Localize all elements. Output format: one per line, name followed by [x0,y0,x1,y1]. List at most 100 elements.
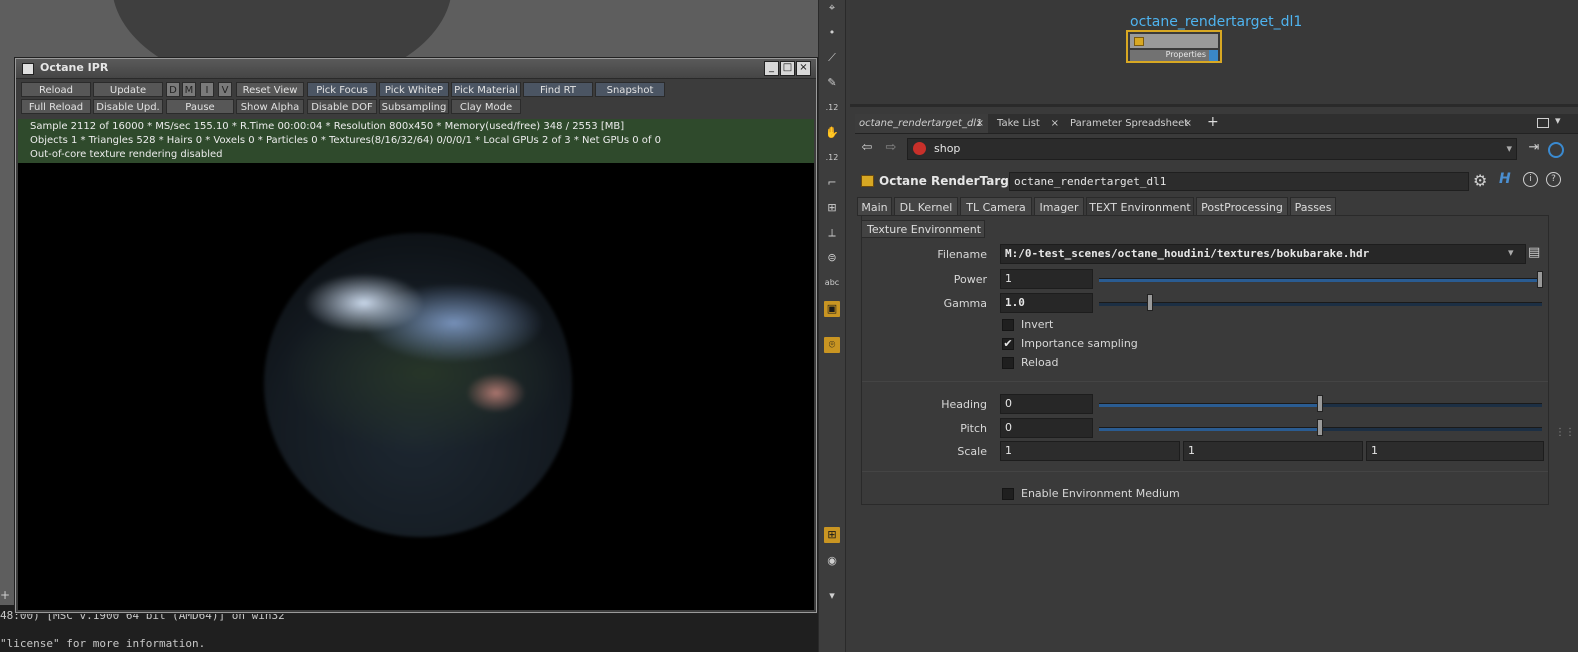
pane-tab-bar: octane_rendertarget_dl1 × Take List × Pa… [855,114,1578,134]
close-icon[interactable]: × [1051,114,1059,133]
grid-tool-icon[interactable]: ⊞ [824,527,840,543]
m-button[interactable]: M [182,82,196,97]
i-button[interactable]: I [200,82,214,97]
measure2-tool-icon[interactable]: .12 [824,150,840,166]
v-button[interactable]: V [218,82,232,97]
reload-button[interactable]: Reload [21,82,91,97]
forward-arrow-icon[interactable]: ⇨ [881,140,901,155]
tab-texture-environment[interactable]: Texture Environment [861,220,985,238]
plus-icon[interactable]: + [0,588,10,604]
ipr-titlebar[interactable]: Octane IPR _ □ × [16,59,816,79]
scale-y-field[interactable]: 1 [1183,441,1363,461]
tab-parameters[interactable]: octane_rendertarget_dl1 × [855,114,988,133]
importance-sampling-checkbox[interactable]: ✔ [1002,338,1014,350]
maximize-button[interactable]: □ [780,61,795,76]
find-rt-button[interactable]: Find RT [523,82,593,97]
tab-text-environment[interactable]: TEXT Environment [1086,197,1194,216]
gamma-slider-handle[interactable] [1147,294,1153,311]
chevron-down-icon[interactable]: ▾ [1506,139,1512,159]
pin-tool-icon[interactable]: ⌾ [824,337,840,353]
render-view[interactable] [18,163,814,610]
node-name-field[interactable]: octane_rendertarget_dl1 [1009,172,1469,191]
close-button[interactable]: × [796,61,811,76]
pitch-field[interactable]: 0 [1000,418,1093,438]
houdini-help-icon[interactable]: H [1499,171,1511,187]
chevron-down-icon[interactable]: ▾ [1508,246,1514,259]
heading-slider-handle[interactable] [1317,395,1323,412]
scale-z-field[interactable]: 1 [1366,441,1544,461]
tab-passes[interactable]: Passes [1290,197,1336,216]
power-slider-handle[interactable] [1537,271,1543,288]
gear-icon[interactable]: ⚙ [1473,171,1487,190]
close-icon[interactable]: × [976,114,984,133]
network-path-field[interactable]: shop ▾ [907,138,1517,160]
scroll-grip-icon[interactable]: ⋮⋮ [1555,427,1575,438]
full-reload-button[interactable]: Full Reload [21,99,91,114]
transform-tool-icon[interactable]: ⊞ [824,200,840,216]
pick-material-button[interactable]: Pick Material [451,82,521,97]
path-bar: ⇦ ⇨ shop ▾ ⇥ [855,135,1578,165]
gamma-field[interactable]: 1.0 [1000,293,1093,313]
chevron-down-icon[interactable]: ▾ [1555,114,1561,127]
scale-x-field[interactable]: 1 [1000,441,1180,461]
network-editor[interactable]: octane_rendertarget_dl1 Properties [850,0,1578,107]
pick-whitepoint-button[interactable]: Pick WhiteP [379,82,449,97]
d-button[interactable]: D [166,82,180,97]
list-tool-icon[interactable]: ⊜ [824,250,840,266]
reload-checkbox[interactable] [1002,357,1014,369]
invert-checkbox[interactable] [1002,319,1014,331]
info-icon[interactable]: i [1523,172,1538,187]
tab-imager[interactable]: Imager [1034,197,1084,216]
eye-icon[interactable]: ◉ [824,553,840,569]
paint-tool-icon[interactable]: ✋ [824,125,840,141]
tab-take-list[interactable]: Take List × [993,114,1063,133]
pen-tool-icon[interactable]: ✎ [824,75,840,91]
pitch-slider-handle[interactable] [1317,419,1323,436]
filename-field[interactable]: M:/0-test_scenes/octane_houdini/textures… [1000,244,1526,264]
select-tool-icon[interactable]: ⌖ [824,0,840,16]
tab-main[interactable]: Main [857,197,892,216]
pick-focus-button[interactable]: Pick Focus [307,82,377,97]
power-slider[interactable] [1099,278,1542,282]
power-field[interactable]: 1 [1000,269,1093,289]
measure-tool-icon[interactable]: .12 [824,100,840,116]
disable-dof-button[interactable]: Disable DOF [307,99,377,114]
show-alpha-button[interactable]: Show Alpha [236,99,304,114]
reset-view-button[interactable]: Reset View [236,82,304,97]
chevron-down-icon[interactable]: ▾ [824,588,840,604]
subsampling-button[interactable]: Subsampling [379,99,449,114]
text-tool-icon[interactable]: abc [824,275,840,291]
status-line: Out-of-core texture rendering disabled [30,149,223,160]
tab-tl-camera[interactable]: TL Camera [960,197,1032,216]
gamma-slider[interactable] [1099,302,1542,306]
curve-tool-icon[interactable]: ⌐ [824,175,840,191]
tab-postprocessing[interactable]: PostProcessing [1196,197,1288,216]
brush-tool-icon[interactable]: ⟋ [824,50,840,66]
back-arrow-icon[interactable]: ⇦ [857,140,877,155]
tab-dl-kernel[interactable]: DL Kernel [894,197,958,216]
snapshot-button[interactable]: Snapshot [595,82,665,97]
clay-mode-button[interactable]: Clay Mode [451,99,521,114]
bone-tool-icon[interactable]: ⟂ [824,225,840,241]
file-chooser-icon[interactable]: ▤ [1528,245,1540,260]
disable-updates-button[interactable]: Disable Upd. [93,99,163,114]
env-medium-checkbox[interactable] [1002,488,1014,500]
pin-icon[interactable]: ⇥ [1525,140,1543,155]
point-tool-icon[interactable]: • [824,25,840,41]
rendertarget-node[interactable]: Properties [1126,30,1222,63]
pane-layout-icon[interactable] [1537,118,1549,128]
add-tab-button[interactable]: + [1207,114,1219,130]
filename-label: Filename [937,248,987,261]
heading-field[interactable]: 0 [1000,394,1093,414]
tab-parameter-spreadsheet[interactable]: Parameter Spreadsheet × [1066,114,1196,133]
update-button[interactable]: Update [93,82,163,97]
pane-divider[interactable] [850,104,1578,107]
help-icon[interactable]: ? [1546,172,1561,187]
display-flag-icon[interactable] [1209,50,1218,61]
octane-ipr-window[interactable]: Octane IPR _ □ × Reload Update D M I V R… [15,58,817,613]
link-icon[interactable] [1548,142,1564,158]
pause-button[interactable]: Pause [166,99,234,114]
close-icon[interactable]: × [1184,114,1192,133]
image-tool-icon[interactable]: ▣ [824,301,840,317]
minimize-button[interactable]: _ [764,61,779,76]
